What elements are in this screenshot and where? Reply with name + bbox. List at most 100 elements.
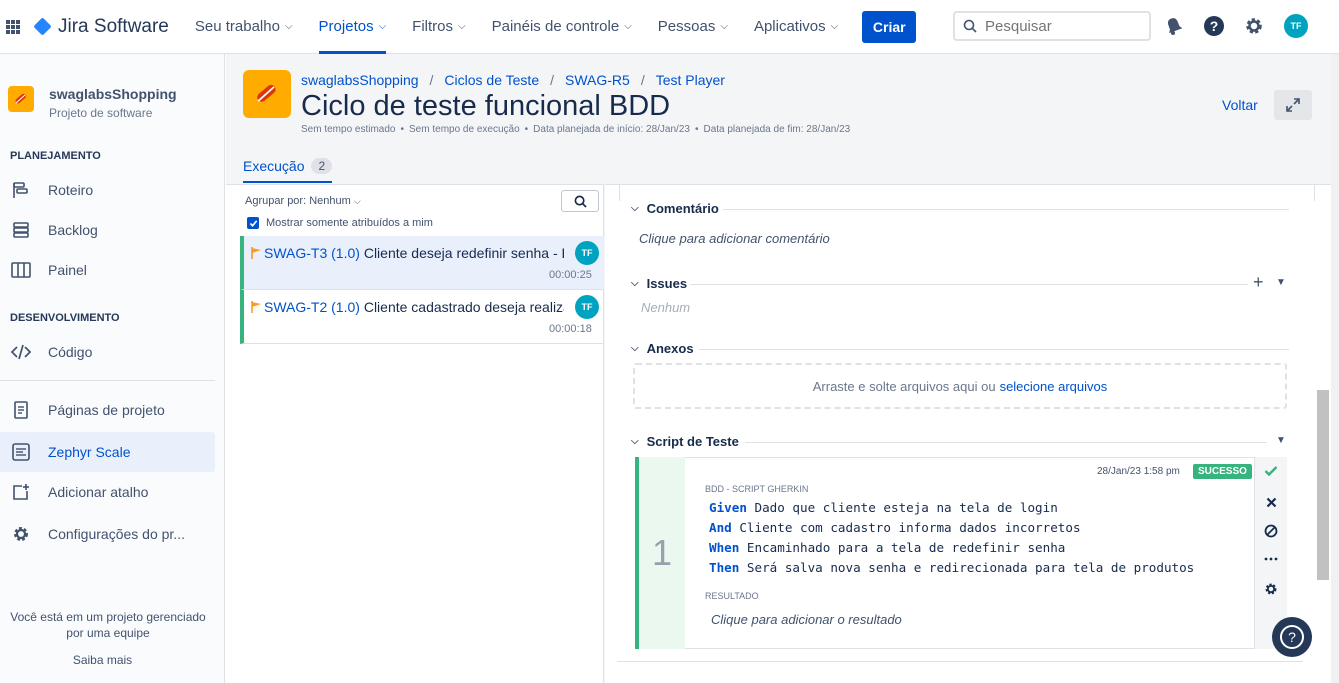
create-button[interactable]: Criar xyxy=(862,10,917,43)
sidebar-item-backlog[interactable]: Backlog xyxy=(0,210,215,250)
script-label: BDD - SCRIPT GHERKIN xyxy=(705,484,809,494)
chevron-down-icon: ⌵ xyxy=(284,21,293,32)
sidebar-item-configuracoes[interactable]: Configurações do pr... xyxy=(0,514,215,554)
app-switcher-icon[interactable] xyxy=(6,19,20,34)
sidebar-item-paginas[interactable]: Páginas de projeto xyxy=(0,390,215,430)
cycle-project-icon xyxy=(243,70,291,118)
execution-title: SWAG-T2 (1.0) Cliente cadastrado deseja … xyxy=(264,299,564,315)
select-files-link[interactable]: selecione arquivos xyxy=(1000,379,1108,394)
step-settings-gear-icon[interactable] xyxy=(1263,581,1279,597)
sidebar-item-label: Zephyr Scale xyxy=(48,444,131,460)
execution-key[interactable]: SWAG-T2 (1.0) xyxy=(264,299,360,315)
jira-logo[interactable]: Jira Software xyxy=(33,16,169,38)
execution-key[interactable]: SWAG-T3 (1.0) xyxy=(264,245,360,261)
breadcrumb-cycle-key[interactable]: SWAG-R5 xyxy=(565,72,630,88)
settings-gear-icon[interactable] xyxy=(1243,15,1265,37)
zephyr-scale-icon xyxy=(10,441,32,463)
chevron-down-icon: ⌵ xyxy=(631,436,639,447)
gherkin-keyword: And xyxy=(709,520,732,535)
page-scrollbar[interactable] xyxy=(1331,54,1339,683)
nav-filtros[interactable]: Filtros ⌵ xyxy=(412,0,465,54)
gherkin-line: When Encaminhado para a tela de redefini… xyxy=(709,540,1065,555)
group-by-dropdown[interactable]: Agrupar por: Nenhum ⌵ xyxy=(245,195,361,207)
nav-seu-trabalho[interactable]: Seu trabalho ⌵ xyxy=(195,0,293,54)
search-input[interactable] xyxy=(985,17,1135,35)
nav-projetos[interactable]: Projetos ⌵ xyxy=(318,0,387,54)
floating-help-button[interactable]: ? xyxy=(1272,617,1312,657)
issues-empty: Nenhum xyxy=(641,300,691,315)
meta-execution-time: Sem tempo de execução xyxy=(409,124,520,135)
more-options-icon[interactable] xyxy=(1263,551,1279,567)
project-sidebar: swaglabsShopping Projeto de software PLA… xyxy=(0,54,225,683)
checkbox-label: Mostrar somente atribuídos a mim xyxy=(266,217,433,229)
tab-execucao[interactable]: Execução 2 xyxy=(243,158,333,183)
only-assigned-checkbox[interactable]: Mostrar somente atribuídos a mim xyxy=(247,217,433,229)
expand-icon xyxy=(1286,98,1300,112)
add-issue-icon[interactable]: + xyxy=(1253,272,1264,293)
comment-section-toggle[interactable]: ⌵ Comentário xyxy=(631,201,719,216)
section-heading: Comentário xyxy=(646,201,719,216)
sidebar-item-painel[interactable]: Painel xyxy=(0,250,215,290)
search-box[interactable] xyxy=(953,11,1151,41)
script-menu-chevron-icon[interactable]: ▼ xyxy=(1276,435,1286,446)
user-avatar[interactable]: TF xyxy=(1284,14,1308,38)
nav-label: Aplicativos xyxy=(753,18,826,35)
execution-row[interactable]: SWAG-T3 (1.0) Cliente deseja redefinir s… xyxy=(240,236,604,290)
search-icon xyxy=(963,19,977,33)
chevron-down-icon: ⌵ xyxy=(458,21,466,32)
sidebar-item-zephyr[interactable]: Zephyr Scale xyxy=(0,432,215,472)
issues-section-toggle[interactable]: ⌵ Issues xyxy=(631,276,687,291)
breadcrumb-cycles[interactable]: Ciclos de Teste xyxy=(444,72,539,88)
notifications-bell-icon[interactable] xyxy=(1163,15,1185,37)
nav-label: Filtros xyxy=(412,18,454,35)
sidebar-item-label: Páginas de projeto xyxy=(48,402,165,418)
breadcrumb-project[interactable]: swaglabsShopping xyxy=(301,72,419,88)
comment-placeholder[interactable]: Clique para adicionar comentário xyxy=(639,231,830,246)
execution-row[interactable]: SWAG-T2 (1.0) Cliente cadastrado deseja … xyxy=(240,290,604,344)
help-icon[interactable]: ? xyxy=(1203,15,1225,37)
nav-paineis[interactable]: Painéis de controle ⌵ xyxy=(492,0,632,54)
nav-aplicativos[interactable]: Aplicativos ⌵ xyxy=(754,0,838,54)
section-divider xyxy=(690,284,1248,285)
execution-name: Cliente cadastrado deseja realizar login xyxy=(363,299,564,315)
breadcrumb-separator: / xyxy=(429,72,434,88)
gherkin-text: Será salva nova senha e redirecionada pa… xyxy=(739,560,1195,575)
breadcrumb-test-player[interactable]: Test Player xyxy=(656,72,725,88)
gherkin-text: Cliente com cadastro informa dados incor… xyxy=(731,520,1081,535)
project-header[interactable]: swaglabsShopping Projeto de software xyxy=(8,86,177,120)
footer-text: Você está em um projeto gerenciado por u… xyxy=(10,610,206,640)
nav-label: Projetos xyxy=(318,18,374,35)
sidebar-item-label: Configurações do pr... xyxy=(48,526,185,542)
attachments-section-toggle[interactable]: ⌵ Anexos xyxy=(631,341,694,356)
search-executions-button[interactable] xyxy=(561,190,599,212)
attachment-dropzone[interactable]: Arraste e solte arquivos aqui ou selecion… xyxy=(633,363,1287,409)
back-link[interactable]: Voltar xyxy=(1222,97,1258,113)
sidebar-item-codigo[interactable]: Código xyxy=(0,332,215,372)
script-section-toggle[interactable]: ⌵ Script de Teste xyxy=(631,434,739,449)
sidebar-item-adicionar-atalho[interactable]: Adicionar atalho xyxy=(0,472,215,512)
detail-scrollbar-thumb[interactable] xyxy=(1317,390,1329,580)
nav-pessoas[interactable]: Pessoas ⌵ xyxy=(658,0,728,54)
chevron-down-icon: ⌵ xyxy=(353,196,361,206)
chevron-down-icon: ⌵ xyxy=(720,21,728,32)
sidebar-divider xyxy=(0,380,215,381)
dev-heading: DESENVOLVIMENTO xyxy=(10,312,120,324)
top-navigation: Jira Software Seu trabalho ⌵ Projetos ⌵ Fi… xyxy=(0,0,1339,54)
gherkin-keyword: Given xyxy=(709,500,747,515)
learn-more-link[interactable]: Saiba mais xyxy=(0,653,205,667)
fullscreen-button[interactable] xyxy=(1274,90,1312,120)
result-placeholder[interactable]: Clique para adicionar o resultado xyxy=(711,612,902,627)
step-number: 1 xyxy=(639,457,685,649)
blocked-icon[interactable] xyxy=(1263,523,1279,539)
search-icon xyxy=(574,195,587,208)
meta-estimate: Sem tempo estimado xyxy=(301,124,396,135)
pass-check-icon[interactable] xyxy=(1263,463,1279,479)
roadmap-icon xyxy=(10,179,32,201)
meta-dot: • xyxy=(694,124,699,135)
sidebar-item-roteiro[interactable]: Roteiro xyxy=(0,170,215,210)
gherkin-keyword: When xyxy=(709,540,740,555)
tab-label: Execução xyxy=(243,158,305,174)
managed-project-note: Você está em um projeto gerenciado por u… xyxy=(0,609,225,641)
fail-x-icon[interactable] xyxy=(1263,494,1279,510)
issues-menu-chevron-icon[interactable]: ▼ xyxy=(1276,277,1286,288)
